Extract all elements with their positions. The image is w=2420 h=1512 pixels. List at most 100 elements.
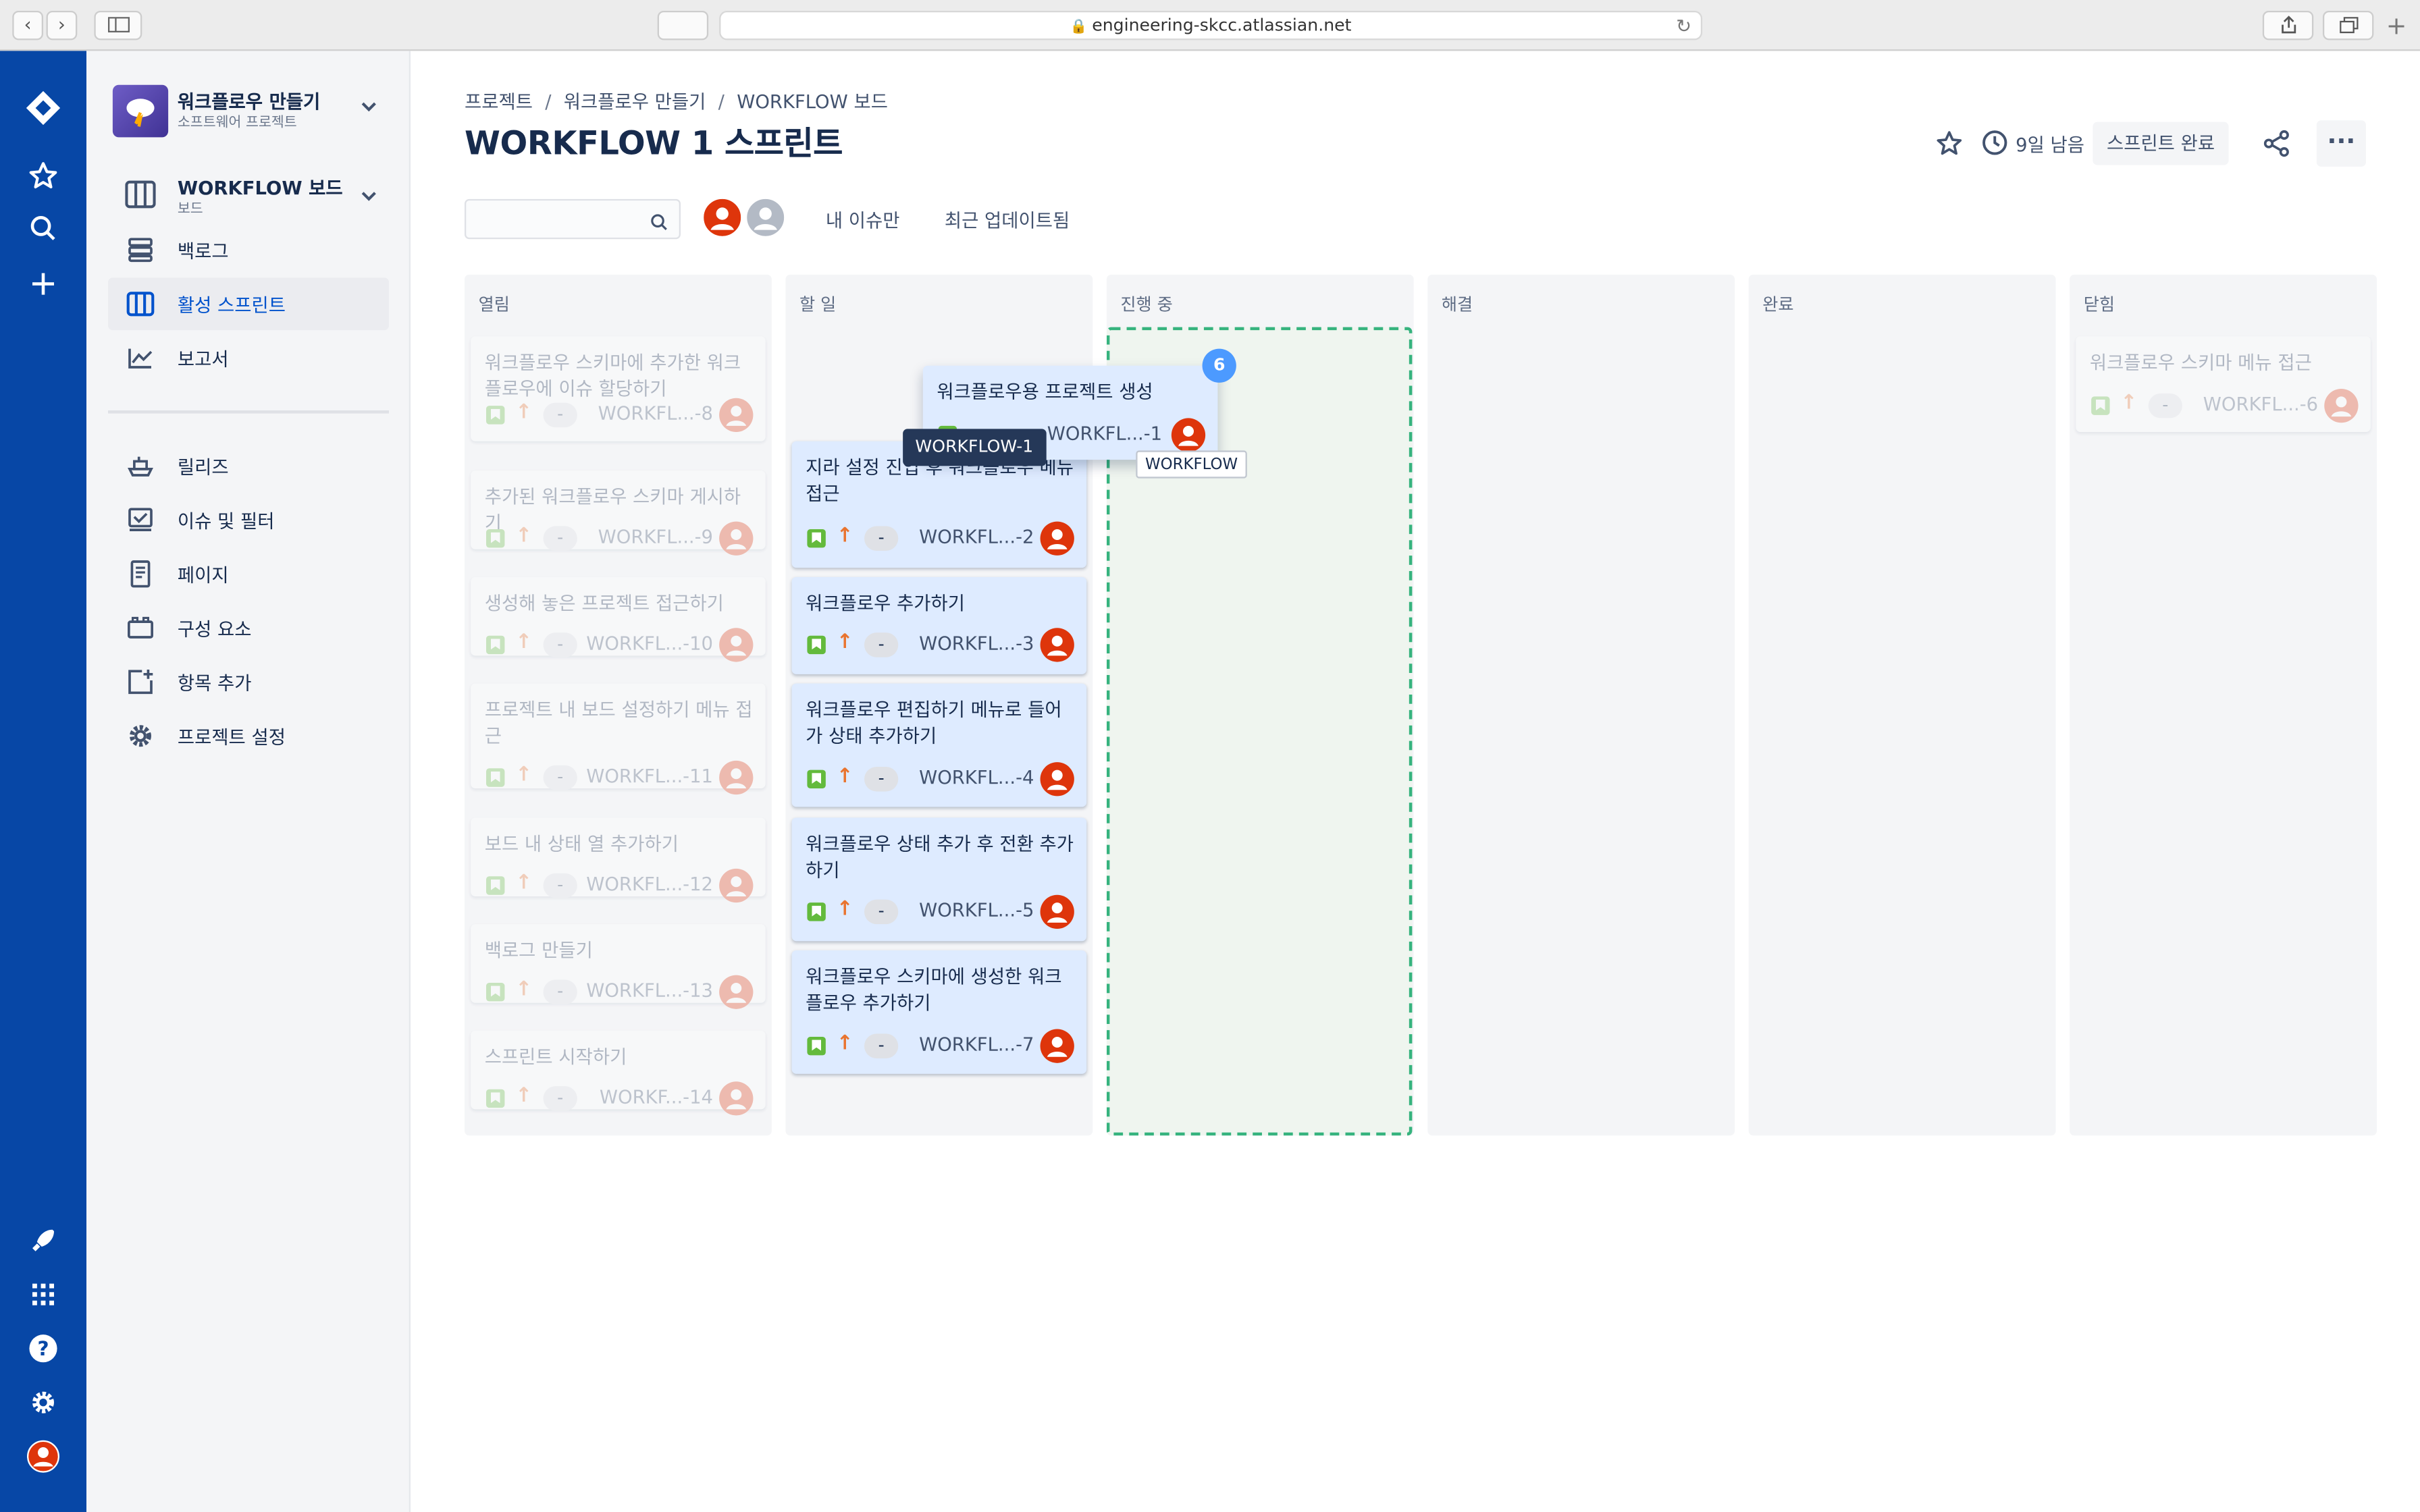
issue-card[interactable]: 스프린트 시작하기 ↑ - WORKF...-14 [471, 1030, 766, 1116]
issue-key: WORKFL...-7 [919, 1033, 1034, 1056]
global-nav: ? [0, 51, 86, 1512]
sidebar-item-label: 항목 추가 [177, 672, 252, 694]
search-icon[interactable] [22, 207, 65, 250]
breadcrumb-item-board[interactable]: WORKFLOW 보드 [737, 91, 888, 113]
sidebar-divider [107, 410, 389, 414]
complete-sprint-button[interactable]: 스프린트 완료 [2093, 122, 2229, 165]
story-icon [485, 876, 505, 895]
sidebar-item-backlog[interactable]: 백로그 [108, 223, 389, 276]
issue-key: WORKFL...-13 [586, 979, 713, 1002]
estimate-badge: - [864, 766, 899, 792]
project-sidebar: 워크플로우 만들기 소프트웨어 프로젝트 WORKFLOW 보드 보드 백로그 … [86, 51, 411, 1512]
board-icon [125, 180, 156, 214]
card-title: 워크플로우용 프로젝트 생성 [937, 381, 1153, 403]
sidebar-toggle-button[interactable] [94, 10, 142, 40]
issue-card[interactable]: 워크플로우 스키마에 생성한 워크플로우 추가하기 ↑ - WORKFL...-7 [791, 950, 1087, 1074]
share-button[interactable] [2262, 10, 2314, 40]
tab-overview-button[interactable] [657, 10, 709, 40]
sidebar-item-active-sprint[interactable]: 활성 스프린트 [107, 277, 389, 331]
tabs-button[interactable] [2322, 10, 2374, 40]
svg-text:?: ? [37, 1337, 49, 1361]
project-avatar[interactable] [112, 84, 169, 138]
back-button[interactable]: ‹ [12, 10, 43, 40]
sidebar-item-label: 보고서 [177, 348, 229, 370]
issue-card[interactable]: 보드 내 상태 열 추가하기 ↑ - WORKFL...-12 [471, 817, 766, 903]
issues-icon [124, 503, 157, 537]
priority-high-icon: ↑ [836, 630, 853, 655]
help-icon[interactable]: ? [22, 1327, 65, 1370]
assignee-avatar-unassigned[interactable] [743, 196, 787, 240]
priority-high-icon: ↑ [515, 630, 533, 655]
assignee-avatar [1040, 894, 1074, 929]
sidebar-item-issues-filters[interactable]: 이슈 및 필터 [108, 493, 389, 546]
project-name[interactable]: 워크플로우 만들기 [178, 88, 320, 114]
address-bar[interactable]: 🔒 engineering-skcc.atlassian.net ↻ [719, 10, 1703, 40]
rocket-icon[interactable] [22, 1219, 65, 1262]
chevron-down-icon[interactable] [361, 190, 377, 207]
breadcrumb-item-project[interactable]: 워크플로우 만들기 [564, 91, 706, 113]
estimate-badge: - [543, 1086, 577, 1111]
story-icon [2091, 396, 2110, 415]
sidebar-item-label: 구성 요소 [177, 618, 252, 640]
estimate-badge: - [864, 1033, 899, 1058]
issue-key: WORKFL...-2 [919, 526, 1034, 548]
assignee-avatar [719, 628, 754, 662]
profile-avatar-icon[interactable] [22, 1435, 65, 1478]
add-item-icon [124, 665, 157, 699]
issue-card[interactable]: 워크플로우 스키마 메뉴 접근 ↑ - WORKFL...-6 [2076, 336, 2371, 432]
page-icon [124, 557, 157, 591]
forward-button[interactable]: › [46, 10, 78, 40]
sidebar-item-releases[interactable]: 릴리즈 [108, 439, 389, 492]
issue-card[interactable]: 생성해 놓은 프로젝트 접근하기 ↑ - WORKFL...-10 [471, 576, 766, 662]
card-title: 워크플로우 스키마에 추가한 워크플로우에 이슈 할당하기 [484, 352, 741, 400]
assignee-avatar-user[interactable] [700, 196, 744, 240]
breadcrumb-item-projects[interactable]: 프로젝트 [465, 91, 533, 113]
assignee-avatar [1040, 1029, 1074, 1063]
quick-filter-recently-updated[interactable]: 최근 업데이트됨 [945, 207, 1070, 233]
settings-icon [124, 719, 157, 753]
search-input[interactable] [464, 198, 681, 240]
issue-card[interactable]: 백로그 만들기 ↑ - WORKFL...-13 [471, 924, 766, 1009]
issue-card[interactable]: 워크플로우 상태 추가 후 전환 추가하기 ↑ - WORKFL...-5 [791, 817, 1087, 942]
sidebar-item-label: 백로그 [177, 240, 229, 262]
estimate-badge: - [543, 526, 577, 551]
story-icon [485, 982, 505, 1002]
ship-icon [124, 449, 157, 483]
reload-icon[interactable]: ↻ [1676, 12, 1691, 40]
sidebar-item-label: 릴리즈 [177, 456, 229, 478]
column-header: 할 일 [799, 294, 837, 315]
issue-key: WORKFL...-6 [2203, 393, 2319, 415]
share-icon[interactable] [2263, 130, 2290, 163]
settings-icon[interactable] [22, 1381, 65, 1424]
more-actions-button[interactable]: ··· [2316, 120, 2366, 167]
issue-card[interactable]: 워크플로우 스키마에 추가한 워크플로우에 이슈 할당하기 ↑ - WORKFL..… [471, 336, 766, 441]
sidebar-item-add-item[interactable]: 항목 추가 [108, 655, 389, 708]
estimate-badge: - [543, 402, 577, 428]
new-tab-icon[interactable]: + [2386, 11, 2420, 51]
project-type: 소프트웨어 프로젝트 [177, 115, 297, 132]
tabs-icon [2338, 17, 2358, 34]
sidebar-item-reports[interactable]: 보고서 [108, 331, 389, 384]
issue-card[interactable]: 추가된 워크플로우 스키마 게시하기 ↑ - WORKFL...-9 [471, 470, 766, 556]
issue-card[interactable]: 워크플로우 추가하기 ↑ - WORKFL...-3 [791, 576, 1087, 674]
quick-filter-my-issues[interactable]: 내 이슈만 [826, 207, 900, 233]
selection-count-badge: 6 [1202, 348, 1236, 383]
issue-card[interactable]: 프로젝트 내 보드 설정하기 메뉴 접근 ↑ - WORKFL...-11 [471, 683, 766, 795]
star-icon[interactable] [1935, 130, 1963, 163]
story-icon [485, 406, 505, 425]
create-icon[interactable] [22, 263, 65, 306]
chevron-down-icon[interactable] [361, 101, 377, 117]
app-switcher-icon[interactable] [22, 1273, 65, 1316]
lock-icon: 🔒 [1070, 20, 1088, 36]
issue-card[interactable]: 워크플로우 편집하기 메뉴로 들어가 상태 추가하기 ↑ - WORKFL...-4 [791, 683, 1087, 807]
sidebar-item-components[interactable]: 구성 요소 [108, 601, 389, 654]
assignee-avatar [2324, 388, 2359, 423]
jira-logo-icon[interactable] [22, 86, 65, 130]
priority-high-icon: ↑ [515, 763, 533, 787]
sidebar-item-project-settings[interactable]: 프로젝트 설정 [108, 709, 389, 762]
card-title: 스프린트 시작하기 [484, 1046, 627, 1068]
board-selector[interactable]: WORKFLOW 보드 [178, 174, 343, 200]
card-title: 워크플로우 스키마 메뉴 접근 [2089, 352, 2312, 374]
sidebar-item-pages[interactable]: 페이지 [108, 547, 389, 600]
star-icon[interactable] [22, 155, 65, 198]
